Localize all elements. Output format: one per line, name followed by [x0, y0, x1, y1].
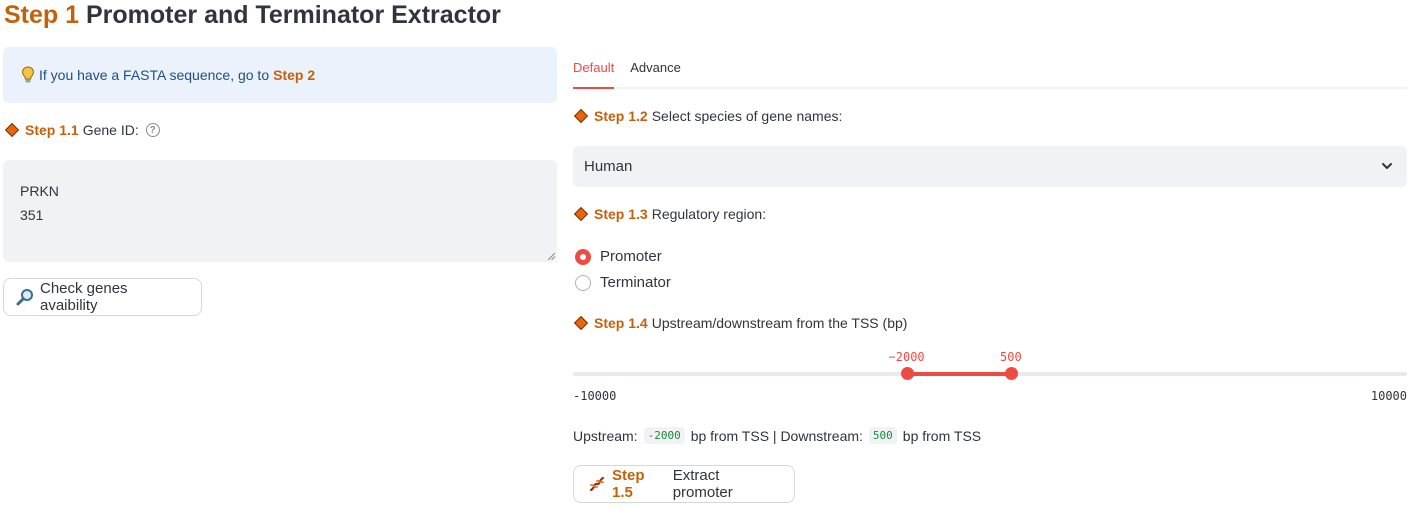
slider-thumb-high[interactable]	[1004, 367, 1018, 380]
check-genes-label: Check genes avaibility	[40, 280, 128, 314]
extract-step: Step 1.5	[612, 467, 645, 501]
page-title: Step 1 Promoter and Terminator Extractor	[4, 0, 501, 30]
slider-max-label: 10000	[1370, 389, 1407, 403]
slider-high-value: 500	[1000, 350, 1022, 364]
extract-label: Extract promoter	[672, 467, 733, 501]
diamond-icon	[573, 206, 589, 222]
help-icon[interactable]: ?	[145, 123, 160, 137]
species-text: Select species of gene names:	[651, 108, 843, 124]
diamond-icon	[4, 122, 20, 138]
info-text: If you have a FASTA sequence, go to	[39, 67, 270, 83]
downstream-value: 500	[868, 427, 897, 444]
range-label: Step 1.4 Upstream/downstream from the TS…	[573, 315, 907, 331]
slider-min-label: -10000	[573, 389, 617, 403]
upstream-value: -2000	[643, 427, 685, 444]
radio-button[interactable]	[575, 274, 591, 291]
summary-mid: bp from TSS | Downstream:	[690, 427, 863, 444]
species-step: Step 1.2	[594, 108, 648, 124]
tab-bar: Default Advance	[573, 58, 1407, 89]
dna-icon	[588, 475, 606, 493]
radio-promoter-label: Promoter	[600, 248, 662, 265]
slider-fill	[906, 372, 1011, 376]
radio-terminator[interactable]: Terminator	[575, 274, 671, 291]
range-summary: Upstream: -2000 bp from TSS | Downstream…	[573, 427, 981, 444]
lightbulb-icon	[21, 66, 35, 84]
range-text: Upstream/downstream from the TSS (bp)	[651, 315, 908, 331]
region-step: Step 1.3	[594, 206, 648, 222]
chevron-down-icon	[1382, 163, 1392, 169]
tab-advance[interactable]: Advance	[630, 58, 681, 89]
tab-default[interactable]: Default	[573, 58, 615, 89]
species-value: Human	[584, 158, 633, 175]
radio-button-selected[interactable]	[575, 248, 591, 265]
magnifier-icon	[16, 288, 34, 306]
region-label: Step 1.3 Regulatory region:	[573, 206, 766, 222]
gene-id-text: Gene ID:	[82, 122, 139, 138]
upstream-label: Upstream:	[573, 427, 638, 444]
gene-id-label: Step 1.1 Gene ID: ?	[4, 122, 160, 138]
gene-id-step: Step 1.1	[25, 122, 79, 138]
species-label: Step 1.2 Select species of gene names:	[573, 108, 842, 124]
page-title-step: Step 1	[4, 1, 80, 29]
range-step: Step 1.4	[594, 315, 648, 331]
region-text: Regulatory region:	[651, 206, 767, 222]
extract-promoter-button[interactable]: Step 1.5 Extract promoter	[573, 465, 795, 503]
radio-terminator-label: Terminator	[600, 274, 671, 291]
diamond-icon	[573, 108, 589, 124]
resize-handle-icon[interactable]	[547, 252, 555, 260]
gene-id-textarea[interactable]: PRKN 351	[3, 160, 557, 262]
summary-end: bp from TSS	[902, 427, 982, 444]
check-genes-button[interactable]: Check genes avaibility	[3, 278, 202, 316]
diamond-icon	[573, 315, 589, 331]
page-title-text: Promoter and Terminator Extractor	[85, 1, 501, 29]
slider-thumb-low[interactable]	[900, 367, 914, 380]
radio-promoter[interactable]: Promoter	[575, 248, 662, 265]
info-alert: If you have a FASTA sequence, go to Step…	[3, 47, 557, 103]
slider-low-value: −2000	[888, 350, 925, 364]
info-step-link: Step 2	[273, 67, 316, 83]
species-select[interactable]: Human	[573, 146, 1407, 187]
range-slider[interactable]	[573, 367, 1407, 380]
